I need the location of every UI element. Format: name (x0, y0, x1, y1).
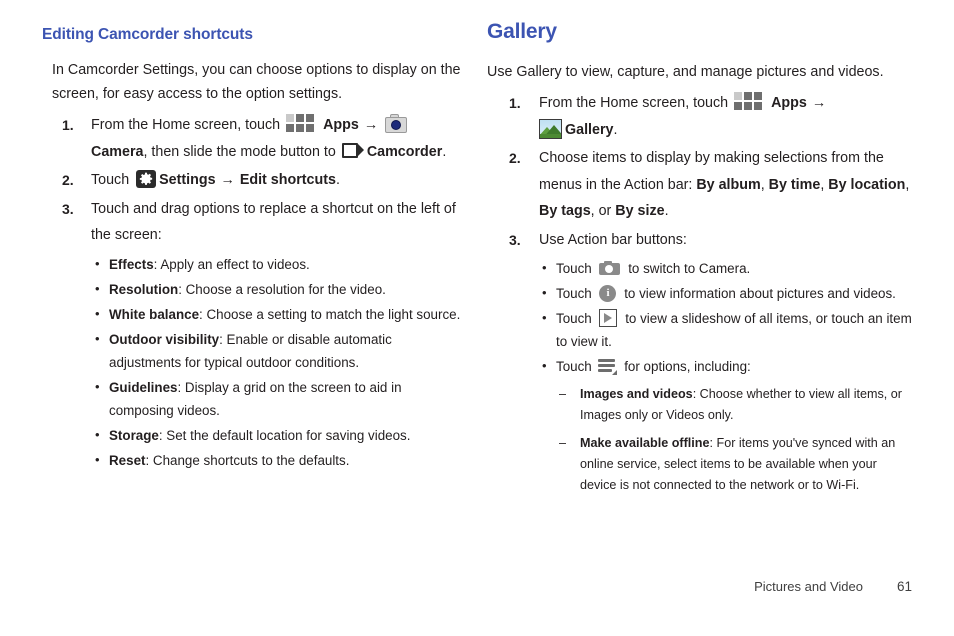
page-title-editing-camcorder-shortcuts: Editing Camcorder shortcuts (42, 26, 253, 43)
step-text-part2: . (335, 172, 340, 188)
edit-shortcuts-label: Edit shortcuts (239, 172, 336, 188)
step-item: 2. Choose items to display by making sel… (487, 145, 912, 225)
footer-page-number: 61 (896, 579, 912, 594)
menu-option-by-tags: By tags (539, 203, 591, 219)
options-menu-icon (598, 358, 618, 375)
list-item: Effects: Apply an effect to videos. (95, 252, 462, 276)
step-item: 3. Touch and drag options to replace a s… (42, 196, 462, 249)
touch-label: Touch (556, 359, 592, 374)
camcorder-icon (341, 142, 364, 158)
action-desc: for options, including: (624, 359, 751, 374)
list-item: Touch for options, including: (542, 354, 912, 378)
arrow-separator: → (220, 172, 235, 188)
option-desc: : Set the default location for saving vi… (158, 427, 411, 443)
play-icon (599, 309, 618, 327)
list-item: White balance: Choose a setting to match… (95, 302, 462, 326)
list-item: Touch to switch to Camera. (542, 256, 912, 280)
option-term: Resolution (109, 281, 179, 297)
menu-option-by-location: By location (828, 176, 906, 193)
list-item: Storage: Set the default location for sa… (95, 423, 462, 447)
option-term: Reset (109, 452, 146, 468)
step-text-part2: . (664, 203, 669, 219)
camera-app-icon (385, 114, 408, 133)
camera-bar-icon (599, 261, 621, 275)
step-number: 1. (509, 95, 521, 111)
step-number: 2. (509, 150, 521, 166)
option-desc: : Choose a resolution for the video. (178, 281, 386, 297)
step-number: 3. (62, 200, 74, 217)
step-text-part1: Touch and drag options to replace a shor… (91, 200, 456, 244)
camcorder-options-list: Effects: Apply an effect to videos. Reso… (95, 252, 462, 472)
step-text-part1: From the Home screen, touch (91, 117, 281, 133)
step-number: 1. (62, 117, 74, 133)
camcorder-label: Camcorder (366, 143, 443, 160)
step-text-part3: . (442, 143, 447, 160)
arrow-separator: → (811, 95, 827, 111)
footer-chapter-name: Pictures and Video (754, 579, 863, 594)
step-text-part2: , then slide the mode button to (143, 143, 336, 160)
menu-option-by-time: By time (768, 176, 821, 193)
left-steps-list: 1. From the Home screen, touch Apps → Ca… (42, 112, 462, 249)
step-text-part1: Touch (91, 172, 130, 188)
menu-option-by-album: By album (696, 176, 761, 193)
list-item: Resolution: Choose a resolution for the … (95, 277, 462, 301)
list-item: Images and videos: Choose whether to vie… (559, 384, 912, 426)
step-number: 3. (509, 231, 521, 248)
option-term: Storage (109, 427, 159, 443)
menu-item-term: Make available offline (580, 436, 710, 450)
menu-option-by-size: By size (615, 203, 665, 219)
step-item: 1. From the Home screen, touch Apps → Ga… (487, 90, 912, 143)
action-desc: to switch to Camera. (628, 261, 751, 276)
left-column: Editing Camcorder shortcuts In Camcorder… (42, 26, 462, 474)
step-item: 1. From the Home screen, touch Apps → Ca… (42, 112, 462, 165)
touch-label: Touch (556, 261, 592, 276)
right-column: Gallery Use Gallery to view, capture, an… (487, 20, 912, 503)
option-term: Effects (109, 256, 154, 272)
list-item: Reset: Change shortcuts to the defaults. (95, 448, 462, 472)
left-intro-paragraph: In Camcorder Settings, you can choose op… (52, 62, 461, 102)
apps-label: Apps (323, 117, 359, 133)
step-text-part1: Use Action bar buttons: (539, 231, 687, 248)
separator: , (905, 176, 910, 193)
gallery-menu-items-list: Images and videos: Choose whether to vie… (559, 384, 912, 496)
option-term: White balance (109, 306, 200, 322)
arrow-separator: → (363, 117, 379, 133)
touch-label: Touch (556, 311, 592, 326)
step-text-part1: From the Home screen, touch (539, 95, 729, 111)
option-desc: : Choose a setting to match the light so… (199, 306, 461, 322)
page-title-gallery: Gallery (487, 20, 557, 43)
step-item: 3. Use Action bar buttons: (487, 227, 912, 254)
list-item: Guidelines: Display a grid on the screen… (95, 375, 462, 422)
separator: , (760, 176, 769, 193)
gallery-app-icon (539, 118, 562, 139)
list-item: Outdoor visibility: Enable or disable au… (95, 327, 462, 374)
apps-grid-icon (286, 114, 316, 133)
step-text-part2: . (613, 121, 618, 138)
option-desc: : Change shortcuts to the defaults. (145, 452, 350, 468)
list-item: Touch i to view information about pictur… (542, 281, 912, 305)
touch-label: Touch (556, 286, 592, 301)
option-term: Guidelines (109, 379, 178, 395)
info-icon: i (599, 285, 617, 302)
option-desc: : Apply an effect to videos. (153, 256, 310, 272)
apps-grid-icon (734, 92, 764, 111)
camera-label: Camera (91, 143, 144, 160)
settings-gear-icon (136, 170, 157, 188)
apps-label: Apps (771, 95, 807, 111)
right-steps-list: 1. From the Home screen, touch Apps → Ga… (487, 90, 912, 253)
action-desc: to view information about pictures and v… (624, 286, 896, 301)
conjunction: , or (590, 203, 616, 219)
option-term: Outdoor visibility (109, 331, 220, 347)
menu-item-term: Images and videos (580, 387, 693, 401)
right-intro-paragraph: Use Gallery to view, capture, and manage… (487, 64, 884, 80)
settings-label: Settings (159, 172, 216, 188)
step-number: 2. (62, 172, 74, 188)
manual-page: Editing Camcorder shortcuts In Camcorder… (0, 0, 954, 636)
action-bar-buttons-list: Touch to switch to Camera. Touch i to vi… (542, 256, 912, 378)
list-item: Make available offline: For items you've… (559, 433, 912, 496)
page-footer: Pictures and Video 61 (0, 579, 954, 594)
list-item: Touch to view a slideshow of all items, … (542, 306, 912, 353)
gallery-label: Gallery (565, 121, 614, 138)
step-item: 2. Touch Settings → Edit shortcuts. (42, 167, 462, 194)
